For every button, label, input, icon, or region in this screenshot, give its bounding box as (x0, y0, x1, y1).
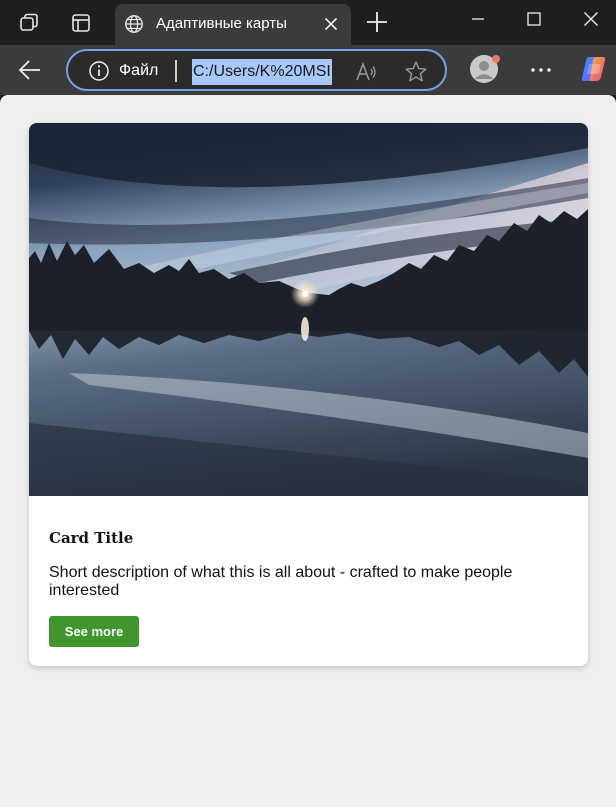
url-text[interactable]: C:/Users/K%20MSI (192, 59, 332, 85)
back-arrow-icon[interactable] (16, 57, 44, 83)
tab-active[interactable]: Адаптивные карты (115, 4, 351, 45)
address-separator (175, 60, 177, 82)
workspaces-icon[interactable] (14, 8, 44, 38)
see-more-button[interactable]: See more (49, 616, 139, 647)
maximize-icon[interactable] (521, 6, 547, 32)
info-icon[interactable] (88, 60, 110, 82)
close-window-icon[interactable] (578, 6, 604, 32)
notification-dot (492, 55, 500, 63)
more-options-icon[interactable] (528, 57, 554, 83)
tab-strip: Адаптивные карты (0, 0, 616, 45)
vertical-tabs-icon[interactable] (66, 8, 96, 38)
read-aloud-icon[interactable] (354, 60, 378, 84)
new-tab-icon[interactable] (364, 9, 390, 35)
close-tab-icon[interactable] (321, 14, 341, 34)
minimize-icon[interactable] (465, 6, 491, 32)
card-description: Short description of what this is all ab… (49, 564, 513, 599)
copilot-icon[interactable] (579, 54, 609, 84)
tab-title: Адаптивные карты (156, 15, 287, 32)
address-bar[interactable]: Файл C:/Users/K%20MSI (66, 49, 447, 91)
browser-toolbar: Файл C:/Users/K%20MSI (0, 45, 616, 95)
adaptive-card: Card Title Short description of what thi… (29, 123, 588, 666)
site-info-label[interactable]: Файл (119, 62, 158, 80)
card-image (29, 123, 588, 496)
globe-icon (125, 15, 143, 33)
favorite-star-icon[interactable] (403, 59, 429, 85)
card-title: Card Title (49, 529, 134, 547)
page-viewport: Card Title Short description of what thi… (0, 95, 616, 807)
